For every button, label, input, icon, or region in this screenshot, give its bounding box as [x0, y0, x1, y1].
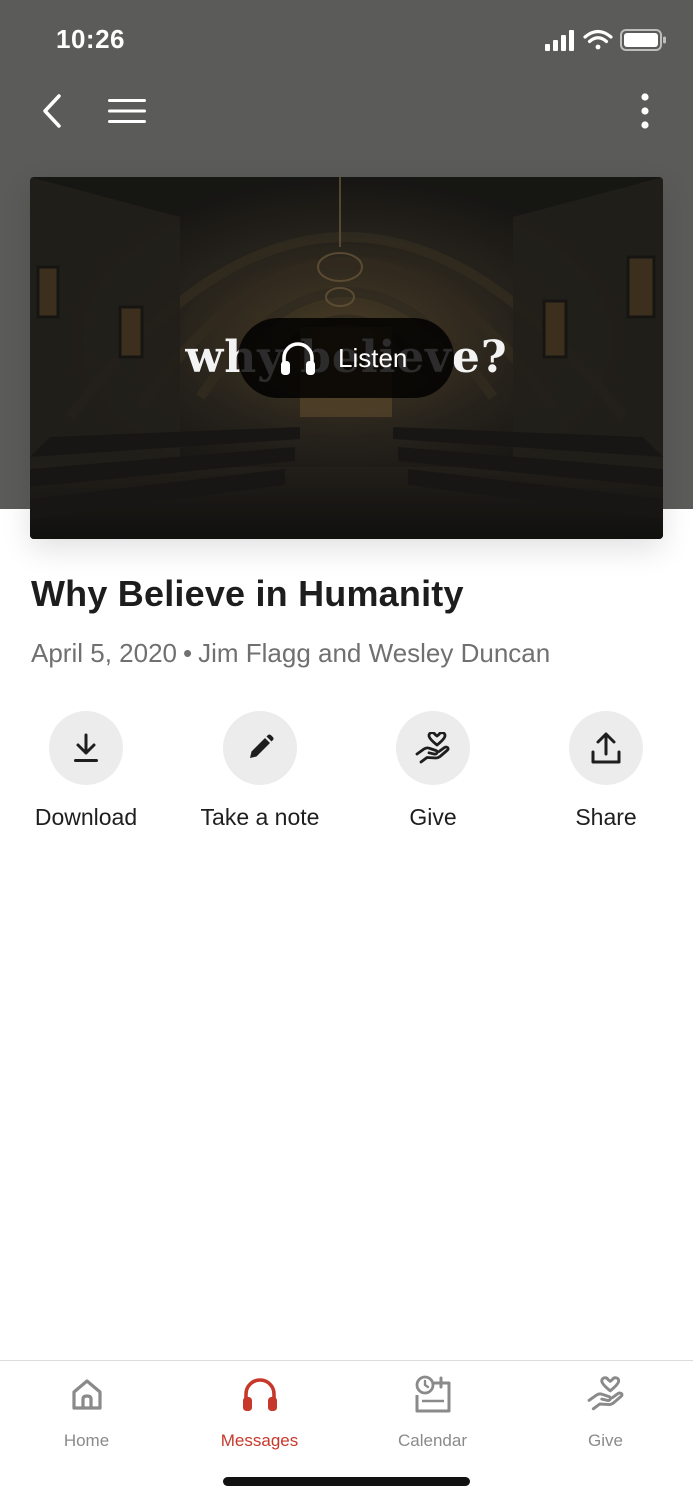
more-vertical-icon	[641, 93, 649, 129]
pencil-icon	[250, 734, 274, 758]
take-note-label: Take a note	[200, 804, 320, 830]
share-label: Share	[575, 804, 637, 830]
take-note-circle	[223, 711, 297, 785]
share-button[interactable]: Share	[521, 711, 691, 841]
tab-home-label: Home	[63, 1431, 110, 1450]
hamburger-menu-icon	[108, 99, 146, 123]
home-indicator[interactable]	[223, 1477, 470, 1486]
status-bar: 10:26	[0, 0, 693, 80]
tab-calendar[interactable]: Calendar	[346, 1371, 519, 1451]
tab-messages-label: Messages	[220, 1431, 299, 1450]
message-title: Why Believe in Humanity	[31, 573, 464, 614]
heart-hand-icon	[415, 732, 450, 764]
message-meta: April 5, 2020 • Jim Flagg and Wesley Dunca…	[31, 638, 550, 669]
status-icons	[545, 29, 666, 51]
tab-calendar-label: Calendar	[398, 1431, 467, 1450]
menu-button[interactable]	[100, 80, 154, 142]
take-note-button[interactable]: Take a note	[175, 711, 345, 841]
give-button[interactable]: Give	[348, 711, 518, 841]
headphones-icon	[281, 342, 315, 375]
back-button[interactable]	[30, 80, 74, 142]
download-icon	[74, 733, 98, 762]
more-options-button[interactable]	[631, 80, 659, 142]
status-time: 10:26	[56, 24, 125, 54]
action-row: Download Take a note Give Share	[0, 711, 693, 841]
download-button[interactable]: Download	[1, 711, 171, 841]
chevron-left-icon	[43, 94, 61, 128]
cellular-signal-icon	[545, 30, 574, 51]
share-icon	[591, 732, 621, 764]
message-date: April 5, 2020	[31, 638, 177, 668]
home-icon	[72, 1379, 102, 1410]
meta-separator: •	[182, 638, 193, 668]
listen-label: Listen	[338, 342, 408, 373]
tab-give-label: Give	[588, 1431, 623, 1450]
calendar-icon	[415, 1375, 451, 1413]
share-circle	[569, 711, 643, 785]
battery-icon	[620, 29, 666, 51]
listen-button[interactable]: Listen	[238, 318, 454, 398]
tab-messages[interactable]: Messages	[173, 1371, 346, 1451]
wifi-icon	[583, 29, 613, 50]
message-speakers: Jim Flagg and Wesley Duncan	[198, 638, 551, 668]
tab-give[interactable]: Give	[519, 1371, 692, 1451]
navigation-bar	[0, 80, 693, 142]
download-label: Download	[34, 804, 138, 830]
tab-home[interactable]: Home	[0, 1371, 173, 1451]
give-label: Give	[409, 804, 457, 830]
give-circle	[396, 711, 470, 785]
heart-hand-icon	[587, 1376, 624, 1411]
headphones-icon	[243, 1378, 277, 1411]
download-circle	[49, 711, 123, 785]
